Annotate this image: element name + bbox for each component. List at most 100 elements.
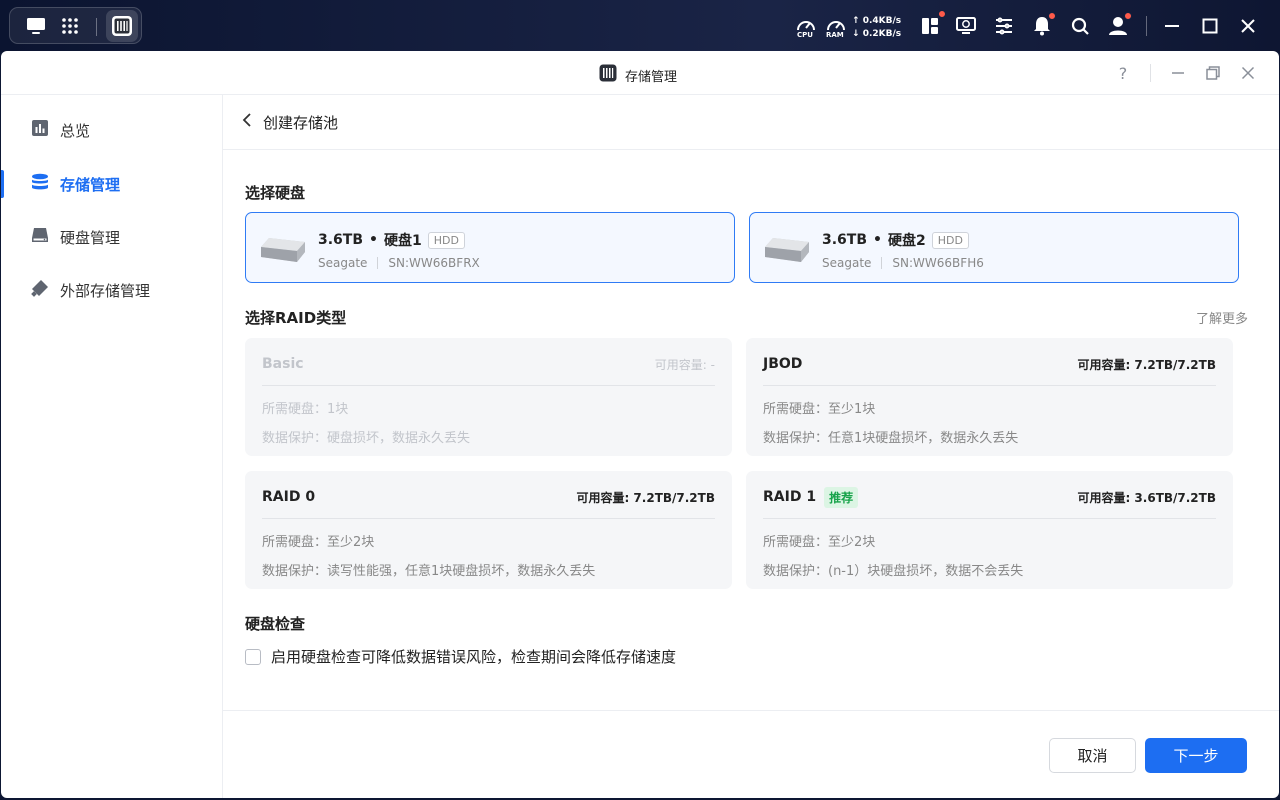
raid-protection: 数据保护：任意1块硬盘损坏，数据永久丢失 — [763, 431, 1019, 446]
disk-type-badge: HDD — [427, 231, 465, 249]
sidebar-item-external-storage[interactable]: 外部存储管理 — [1, 270, 222, 310]
raid-capacity: 可用容量: 7.2TB/7.2TB — [1077, 357, 1216, 372]
learn-more-link[interactable]: 了解更多 — [1196, 308, 1248, 327]
maximize-icon[interactable] — [1198, 0, 1222, 52]
notification-bell-icon[interactable] — [1030, 0, 1054, 52]
external-storage-icon — [31, 279, 49, 301]
disk-card[interactable]: 3.6TB • 硬盘2 HDD Seagate SN:WW66BFH6 — [749, 212, 1239, 283]
disk-check-label: 启用硬盘检查可降低数据错误风险，检查期间会降低存储速度 — [271, 648, 677, 666]
user-avatar-icon[interactable] — [1106, 0, 1130, 52]
desktop-icon[interactable] — [24, 15, 48, 37]
disk-meta: Seagate SN:WW66BFRX — [318, 256, 480, 270]
sidebar-item-disk[interactable]: 硬盘管理 — [1, 217, 222, 257]
raid-name: JBOD — [763, 356, 803, 372]
back-chevron-icon[interactable] — [241, 113, 253, 131]
breadcrumb: 创建存储池 — [223, 95, 1279, 150]
taskbar-divider — [1146, 16, 1147, 36]
raid-divider — [763, 385, 1216, 386]
disk-check-checkbox[interactable] — [245, 648, 261, 665]
help-button[interactable]: ? — [1111, 61, 1135, 85]
widgets-notify-dot — [938, 10, 946, 18]
system-taskbar: CPU RAM ↑ 0.4KB/s ↓ 0.2KB/s — [0, 0, 1280, 52]
window-close-icon[interactable] — [1236, 61, 1260, 85]
disk-name-row: 3.6TB • 硬盘1 HDD — [318, 230, 465, 250]
upload-arrow-icon: ↑ — [852, 16, 860, 26]
task-manager-icon[interactable] — [992, 0, 1016, 52]
disk-check-option[interactable]: 启用硬盘检查可降低数据错误风险，检查期间会降低存储速度 — [245, 646, 676, 667]
user-notify-dot — [1124, 12, 1132, 20]
disk-icon — [31, 226, 49, 248]
raid-capacity: 可用容量: - — [654, 357, 715, 372]
dock-divider — [96, 18, 97, 36]
storage-manager-window: 存储管理 ? 总览 存储管理 硬盘管理 外部存储管理 创建存储池 选择硬盘 3.… — [1, 51, 1279, 798]
notification-dot — [1048, 12, 1056, 20]
window-minimize-icon[interactable] — [1166, 61, 1190, 85]
overview-icon — [31, 119, 49, 141]
disk-brand: Seagate — [822, 256, 872, 270]
upload-speed: 0.4KB/s — [862, 16, 902, 26]
minimize-all-icon[interactable] — [1160, 0, 1184, 52]
cpu-label: CPU — [797, 31, 813, 39]
hdd-drive-icon — [259, 233, 307, 269]
disk-check-title: 硬盘检查 — [245, 615, 306, 633]
raid-name: RAID 1 — [763, 489, 817, 505]
select-disk-title: 选择硬盘 — [245, 184, 306, 202]
disk-separator: • — [369, 232, 378, 248]
recommended-badge: 推荐 — [824, 486, 859, 508]
network-speed[interactable]: ↑ 0.4KB/s ↓ 0.2KB/s — [852, 15, 901, 41]
remote-access-icon[interactable] — [954, 0, 978, 52]
raid-required-disks: 所需硬盘：至少2块 — [262, 535, 375, 550]
app-grid-icon[interactable] — [58, 15, 82, 37]
raid-capacity: 可用容量: 3.6TB/7.2TB — [1077, 490, 1216, 505]
titlebar-divider — [1150, 64, 1151, 82]
raid-capacity: 可用容量: 7.2TB/7.2TB — [576, 490, 715, 505]
disk-name: 硬盘2 — [887, 233, 926, 249]
storage-app-icon[interactable] — [106, 10, 138, 42]
close-icon[interactable] — [1236, 0, 1260, 52]
ram-label: RAM — [826, 31, 844, 39]
raid-divider — [763, 518, 1216, 519]
disk-name-row: 3.6TB • 硬盘2 HDD — [822, 230, 969, 250]
raid-protection: 数据保护：读写性能强，任意1块硬盘损坏，数据永久丢失 — [262, 564, 596, 579]
meta-divider — [377, 257, 379, 269]
meta-divider — [881, 257, 883, 269]
next-step-button[interactable]: 下一步 — [1145, 738, 1247, 773]
hdd-drive-icon — [763, 233, 811, 269]
disk-separator: • — [873, 232, 882, 248]
disk-size: 3.6TB — [822, 232, 868, 248]
cancel-button[interactable]: 取消 — [1049, 738, 1136, 773]
raid-name: RAID 0 — [262, 489, 316, 505]
sidebar: 总览 存储管理 硬盘管理 外部存储管理 — [1, 95, 223, 798]
ram-gauge-icon[interactable] — [824, 0, 848, 52]
sidebar-item-overview[interactable]: 总览 — [1, 110, 222, 150]
storage-icon — [31, 173, 49, 195]
raid-type-title: 选择RAID类型 — [245, 309, 347, 327]
sidebar-item-label: 硬盘管理 — [60, 228, 121, 247]
sidebar-item-label: 存储管理 — [60, 175, 121, 194]
disk-serial: SN:WW66BFH6 — [892, 256, 984, 270]
raid-divider — [262, 385, 715, 386]
breadcrumb-title: 创建存储池 — [263, 113, 339, 132]
cpu-gauge-icon[interactable] — [794, 0, 818, 52]
raid-option-raid1[interactable]: RAID 1 推荐 可用容量: 3.6TB/7.2TB 所需硬盘：至少2块 数据… — [746, 471, 1233, 589]
app-dock — [9, 7, 142, 44]
raid-name: Basic — [262, 356, 304, 372]
raid-protection: 数据保护：硬盘损坏，数据永久丢失 — [262, 431, 471, 446]
widgets-icon[interactable] — [918, 0, 942, 52]
raid-option-raid0[interactable]: RAID 0 可用容量: 7.2TB/7.2TB 所需硬盘：至少2块 数据保护：… — [245, 471, 732, 589]
window-restore-icon[interactable] — [1201, 61, 1225, 85]
sidebar-item-label: 总览 — [60, 121, 91, 140]
window-title-group: 存储管理 — [599, 64, 677, 86]
disk-size: 3.6TB — [318, 232, 364, 248]
download-speed: 0.2KB/s — [862, 29, 902, 39]
search-icon[interactable] — [1068, 0, 1092, 52]
disk-meta: Seagate SN:WW66BFH6 — [822, 256, 984, 270]
action-footer: 取消 下一步 — [223, 710, 1279, 798]
sidebar-item-storage[interactable]: 存储管理 — [1, 164, 222, 204]
window-titlebar[interactable]: 存储管理 ? — [1, 51, 1279, 95]
raid-option-jbod[interactable]: JBOD 可用容量: 7.2TB/7.2TB 所需硬盘：至少1块 数据保护：任意… — [746, 338, 1233, 456]
disk-card[interactable]: 3.6TB • 硬盘1 HDD Seagate SN:WW66BFRX — [245, 212, 735, 283]
raid-divider — [262, 518, 715, 519]
raid-protection: 数据保护：(n-1）块硬盘损坏，数据不会丢失 — [763, 564, 1024, 579]
window-title: 存储管理 — [625, 69, 678, 85]
